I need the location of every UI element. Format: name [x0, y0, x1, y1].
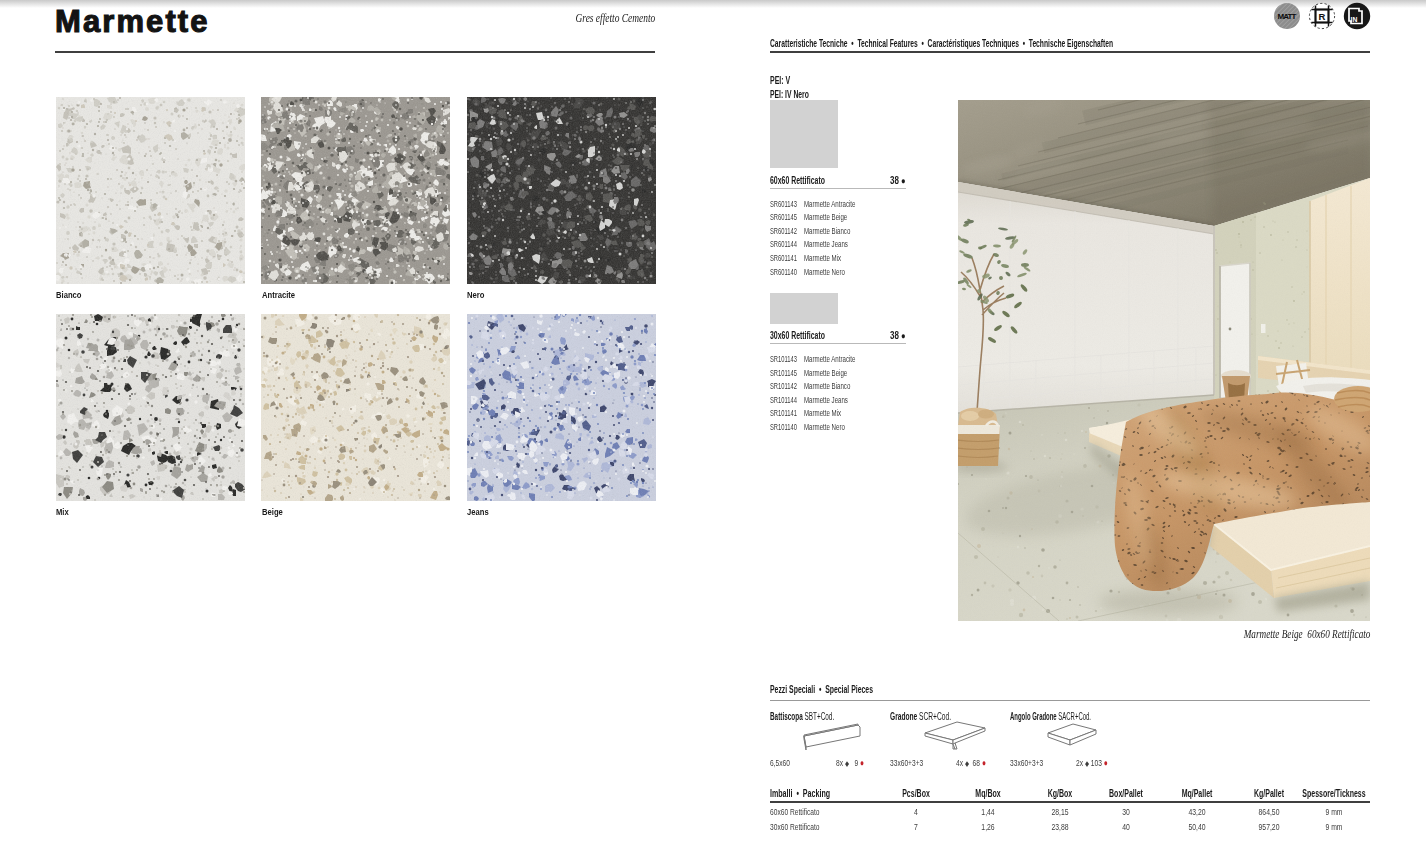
svg-text:R: R [1319, 11, 1326, 22]
svg-text:IN: IN [1351, 16, 1358, 23]
svg-text:MATT: MATT [1278, 12, 1297, 21]
